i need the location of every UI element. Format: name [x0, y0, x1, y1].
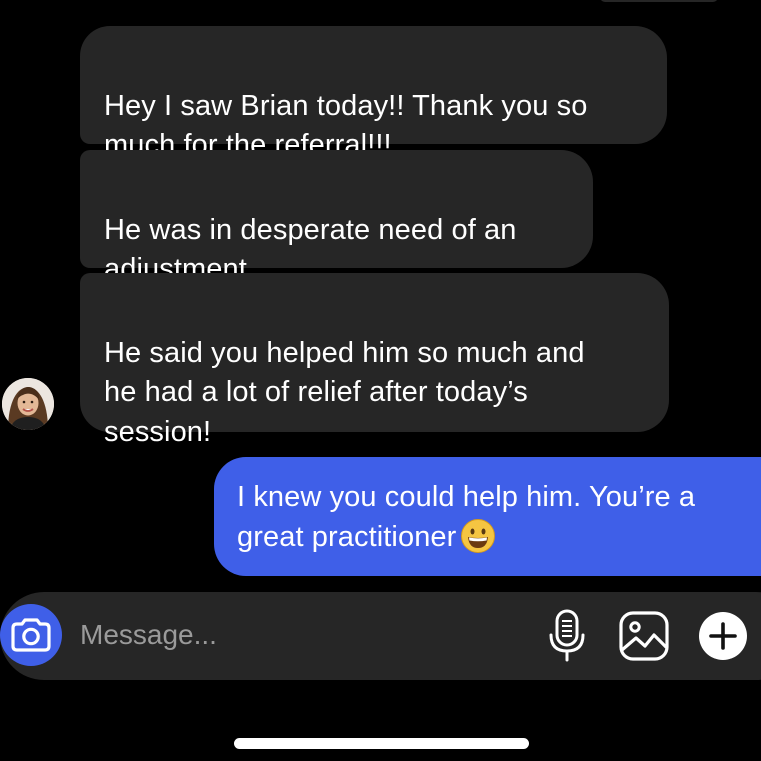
grinning-face-emoji-icon	[460, 518, 496, 566]
image-gallery-icon	[619, 611, 669, 661]
message-text: He said you helped him so much and he ha…	[104, 336, 585, 448]
camera-button[interactable]	[0, 604, 62, 666]
incoming-message-bubble[interactable]: He was in desperate need of an adjustmen…	[80, 150, 593, 285]
avatar-photo	[2, 378, 54, 430]
home-indicator[interactable]	[234, 738, 529, 749]
outgoing-message-bubble[interactable]: I knew you could help him. You’re a grea…	[214, 457, 761, 576]
add-content-button[interactable]	[698, 611, 748, 661]
camera-icon	[11, 618, 51, 652]
microphone-icon	[549, 609, 585, 662]
message-input[interactable]	[80, 612, 520, 658]
incoming-message-bubble[interactable]: Hey I saw Brian today!! Thank you so muc…	[80, 26, 667, 161]
microphone-button[interactable]	[548, 609, 586, 663]
chat-screen: Hey I saw Brian today!! Thank you so muc…	[0, 0, 761, 761]
sender-avatar[interactable]	[2, 378, 54, 430]
previous-message-edge	[600, 0, 718, 2]
gallery-button[interactable]	[618, 610, 670, 662]
plus-icon	[699, 612, 747, 660]
incoming-message-bubble[interactable]: He said you helped him so much and he ha…	[80, 273, 669, 448]
